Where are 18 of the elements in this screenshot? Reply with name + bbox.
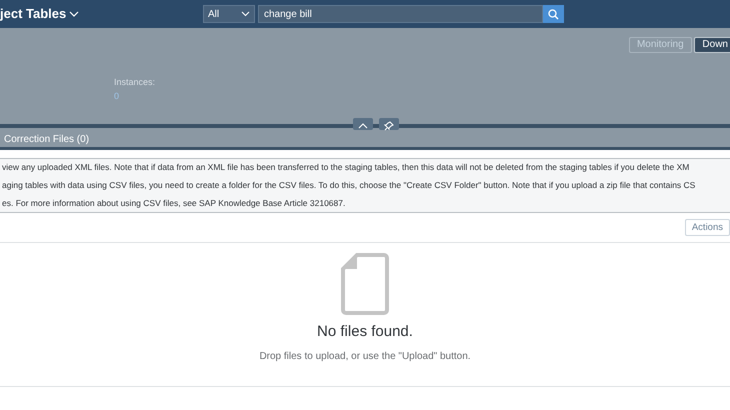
scope-select[interactable]: All xyxy=(202,5,255,23)
empty-description: Drop files to upload, or use the "Upload" button. xyxy=(259,350,471,364)
chevron-up-icon xyxy=(358,123,368,130)
chevron-down-icon[interactable] xyxy=(68,10,79,18)
header-button[interactable]: Down xyxy=(694,37,730,53)
chevron-down-icon xyxy=(240,11,250,17)
search-field[interactable]: change bill xyxy=(258,5,543,23)
search-icon xyxy=(548,8,559,20)
info-message: view any uploaded XML files. Note that if data from an XML file has been transferred to the staging tables, then this data will not be deleted from the staging tables if you delete the XM aging tables with data using CSV files, you need to create a folder for the CSV files. To do this, choose the "Create CSV Folder" button. Note that if you upload a zip file that contains CS es. For more information about using CSV files, see SAP Knowledge Base Article 3210687. xyxy=(0,158,730,214)
pin-button[interactable] xyxy=(379,118,399,130)
pin-icon xyxy=(384,121,394,132)
app-title[interactable]: ject Tables xyxy=(0,4,66,24)
document-icon xyxy=(341,253,389,316)
attribute-value: 0 xyxy=(114,90,120,102)
collapse-button[interactable] xyxy=(353,118,373,130)
empty-title: No files found. xyxy=(317,322,413,342)
search-button[interactable] xyxy=(542,5,564,23)
attribute-label: Instances: xyxy=(114,76,156,89)
